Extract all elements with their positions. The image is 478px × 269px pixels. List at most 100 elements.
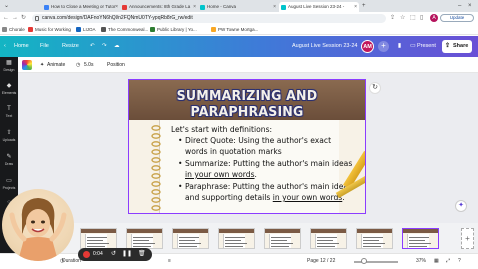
page-thumbnail[interactable] [264, 228, 301, 249]
close-icon[interactable]: × [273, 2, 276, 12]
bookmark-favicon-icon [150, 27, 155, 32]
bookmark-item[interactable]: Public Library | Yo... [150, 26, 197, 33]
recording-time: 0:04 [93, 251, 103, 257]
profile-avatar[interactable]: A [430, 14, 438, 22]
page-thumbnail[interactable] [310, 228, 347, 249]
slide-bullet[interactable]: Paraphrase: Putting the author's main id… [178, 182, 352, 192]
bookmark-item[interactable]: Chorale [2, 26, 25, 33]
thumb-text-line [225, 243, 247, 244]
page-thumbnail[interactable] [172, 228, 209, 249]
thumb-text-line [133, 246, 151, 247]
slide-line[interactable]: words in quotation marks [185, 147, 282, 157]
menu-icon[interactable]: ‹ [4, 41, 6, 51]
side-item-text[interactable]: T Text [0, 106, 18, 118]
slide-line[interactable]: and supporting details in your own words… [185, 193, 345, 203]
magic-icon[interactable]: ✦ [455, 200, 467, 212]
browser-tab-active[interactable]: August Live Session 23-24 - × [279, 2, 359, 12]
page-thumbnail[interactable] [218, 228, 255, 249]
pause-icon[interactable]: ❚❚ [122, 249, 132, 260]
bitmoji-avatar-icon [9, 198, 67, 261]
bookmark-item[interactable]: LIJOA [76, 26, 96, 33]
fullscreen-icon[interactable]: ⤢ [446, 256, 450, 266]
redo-icon[interactable]: ↷ [102, 41, 107, 51]
document-title[interactable]: August Live Session 23-24 [292, 41, 357, 51]
bookmark-item[interactable]: The Commonweal... [101, 26, 148, 33]
add-collaborator-icon[interactable]: + [378, 41, 389, 52]
side-item-label: Projects [2, 186, 16, 190]
duration-button[interactable]: 5.0s [84, 60, 93, 70]
add-page-button[interactable]: + [461, 228, 474, 249]
side-item-label: Elements [1, 91, 17, 95]
side-item-design[interactable]: ▦ Design [0, 60, 18, 72]
zoom-slider-handle[interactable] [361, 258, 367, 264]
bookmark-star-icon[interactable]: ☆ [400, 14, 405, 22]
browser-tab[interactable]: How to Close a Meeting or Tutor × [42, 2, 120, 12]
file-menu[interactable]: File [40, 41, 49, 51]
slide-intro[interactable]: Let's start with definitions: [171, 125, 272, 135]
folder-icon: ▭ [6, 178, 12, 184]
bookmark-label: PW Towne Mortga... [218, 27, 259, 32]
forward-icon[interactable]: → [12, 14, 18, 22]
close-icon[interactable]: × [354, 2, 357, 12]
slide-bullet[interactable]: Summarize: Putting the author's main ide… [178, 159, 352, 169]
page-indicator[interactable]: Page 12 / 22 [307, 256, 335, 266]
update-button[interactable]: Update [440, 14, 474, 22]
slide-line[interactable]: in your own words. [185, 170, 257, 180]
tab-search-icon[interactable]: ⌄ [4, 2, 9, 10]
notes-icon[interactable]: ≡ [168, 256, 171, 266]
new-tab-icon[interactable]: + [362, 2, 366, 10]
zoom-level[interactable]: 37% [416, 256, 426, 266]
current-slide[interactable]: SUMMARIZING AND PARAPHRASING Let's start… [128, 79, 366, 214]
undo-icon[interactable]: ↶ [90, 41, 95, 51]
tab-favicon-icon [281, 4, 286, 10]
delete-icon[interactable]: 🗑 [138, 249, 146, 260]
collaborator-avatar[interactable]: AM [361, 40, 374, 53]
url-field[interactable]: canva.com/design/DAFnoYN6hQl/n2FQNmU0TY-… [32, 14, 386, 23]
resize-menu[interactable]: Resize [62, 41, 79, 51]
slide-title[interactable]: SUMMARIZING AND PARAPHRASING [137, 88, 356, 120]
insights-icon[interactable]: ▮ [394, 41, 405, 52]
slide-bullet[interactable]: Direct Quote: Using the author's exact [178, 136, 331, 146]
side-item-projects[interactable]: ▭ Projects [0, 178, 18, 190]
side-item-uploads[interactable]: ⇧ Uploads [0, 130, 18, 142]
present-button[interactable]: ▭ Present [408, 40, 440, 53]
share-button[interactable]: ⇪ Share [442, 40, 472, 53]
side-item-draw[interactable]: ✎ Draw [0, 154, 18, 166]
thumb-text-line [271, 240, 287, 241]
browser-tab[interactable]: Announcements: 8th Grade La × [120, 2, 198, 12]
thumb-text-line [225, 237, 245, 238]
close-icon[interactable]: × [193, 2, 196, 12]
animate-button[interactable]: Animate [47, 60, 65, 70]
minimize-window-icon[interactable]: – [458, 2, 461, 10]
close-window-icon[interactable]: × [468, 2, 472, 10]
reload-icon[interactable]: ↻ [21, 14, 26, 22]
position-button[interactable]: Position [107, 60, 125, 70]
thumb-banner [81, 229, 116, 233]
help-icon[interactable]: ? [458, 256, 461, 266]
background-color-picker[interactable] [22, 60, 32, 70]
side-item-label: Uploads [2, 138, 16, 142]
side-item-elements[interactable]: ◆ Elements [0, 83, 18, 95]
underlined-text: in your own words [272, 193, 343, 202]
bookmark-favicon-icon [2, 27, 7, 32]
tab-label: Announcements: 8th Grade La [129, 4, 191, 9]
back-icon[interactable]: ← [3, 14, 9, 22]
restart-icon[interactable]: ↺ [111, 249, 116, 260]
refresh-icon[interactable]: ↻ [369, 82, 381, 94]
bookmark-item[interactable]: PW Towne Mortga... [211, 26, 258, 33]
page-thumbnail[interactable] [80, 228, 117, 249]
home-button[interactable]: Home [14, 41, 29, 51]
sidebar-icon[interactable]: ▯ [420, 14, 423, 22]
page-thumbnail[interactable] [356, 228, 393, 249]
browser-tab[interactable]: Home - Canva × [198, 2, 278, 12]
page-thumbnail[interactable] [402, 228, 439, 249]
share-page-icon[interactable]: ⇪ [390, 14, 395, 22]
share-label: Share [453, 43, 469, 49]
bookmark-item[interactable]: Music for Working [28, 26, 71, 33]
thumb-banner [173, 229, 208, 233]
extensions-icon[interactable]: ⬚ [410, 14, 416, 22]
close-icon[interactable]: × [115, 2, 118, 12]
page-thumbnail[interactable] [126, 228, 163, 249]
thumb-text-line [133, 240, 149, 241]
grid-view-icon[interactable]: ▦ [434, 256, 439, 266]
